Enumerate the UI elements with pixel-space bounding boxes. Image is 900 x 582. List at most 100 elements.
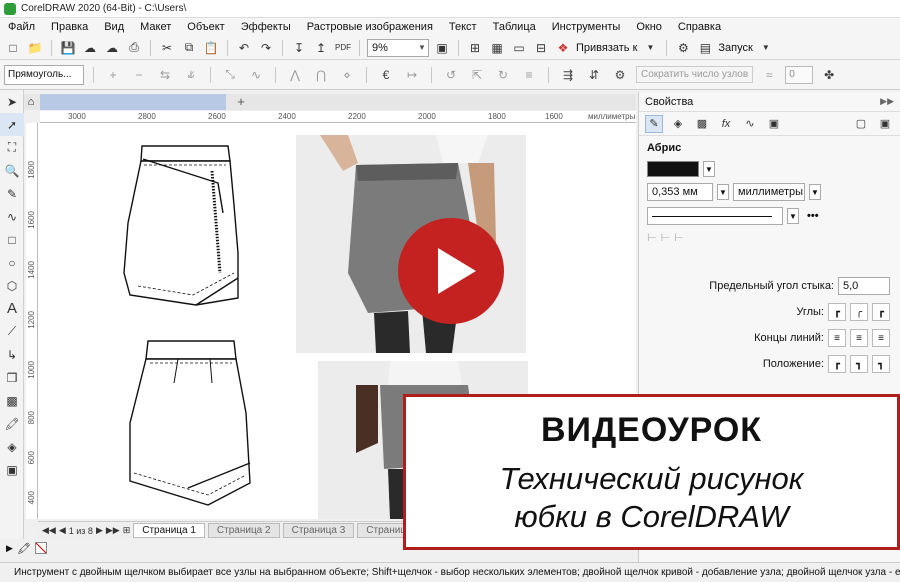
inside-position-icon[interactable]: ┓ <box>872 355 890 373</box>
chevron-down-icon[interactable]: ▼ <box>787 208 799 224</box>
outline-pen-icon[interactable]: ✎ <box>645 114 663 133</box>
more-options-icon[interactable]: ••• <box>807 210 819 222</box>
launch-dropdown[interactable]: Запуск <box>718 42 752 54</box>
bevel-corner-icon[interactable]: ┏ <box>872 303 890 321</box>
collapse-docker-icon[interactable]: ▶▶ <box>880 96 894 107</box>
transparency-icon[interactable]: ▩ <box>693 115 711 133</box>
alignment-guides-icon[interactable]: ⊟ <box>532 39 550 57</box>
to-line-icon[interactable]: ⤡ <box>220 65 240 85</box>
reverse-direction-icon[interactable]: € <box>376 65 396 85</box>
text-tool-icon[interactable]: A <box>0 297 24 320</box>
zoom-tool-icon[interactable]: 🔍 <box>0 159 24 182</box>
text-frame-icon[interactable]: ▣ <box>876 115 894 133</box>
chevron-down-icon[interactable]: ▼ <box>703 161 715 177</box>
show-guidelines-icon[interactable]: ▭ <box>510 39 528 57</box>
crop-tool-icon[interactable]: ⛶ <box>0 136 24 159</box>
centered-position-icon[interactable]: ┓ <box>850 355 868 373</box>
menu-text[interactable]: Текст <box>441 21 485 33</box>
add-page-icon[interactable]: ⊞ <box>123 525 131 536</box>
miter-corner-icon[interactable]: ┏ <box>828 303 846 321</box>
chevron-down-icon[interactable]: ▼ <box>809 184 821 200</box>
join-nodes-icon[interactable]: ⇆ <box>155 65 175 85</box>
new-document-icon[interactable]: □ <box>4 39 22 57</box>
menu-window[interactable]: Окно <box>628 21 670 33</box>
rotate-nodes-icon[interactable]: ↻ <box>493 65 513 85</box>
symmetrical-node-icon[interactable]: ⋄ <box>337 65 357 85</box>
chevron-down-icon[interactable]: ▼ <box>641 39 659 57</box>
reduce-nodes-button[interactable]: Сократить число узлов <box>636 66 754 83</box>
snap-to-dropdown[interactable]: Привязать к <box>576 42 637 54</box>
selection-mode-select[interactable]: Прямоуголь... <box>4 64 84 85</box>
stretch-nodes-icon[interactable]: ⇱ <box>467 65 487 85</box>
cut-icon[interactable]: ✂ <box>158 39 176 57</box>
fill-bucket-icon[interactable]: ◈ <box>669 115 687 133</box>
extract-subpath-icon[interactable]: ↺ <box>441 65 461 85</box>
ellipse-tool-icon[interactable]: ○ <box>0 251 24 274</box>
menu-view[interactable]: Вид <box>96 21 132 33</box>
redo-icon[interactable]: ↷ <box>257 39 275 57</box>
curve-smoothness-icon[interactable]: ≈ <box>759 65 779 85</box>
first-page-icon[interactable]: ◀◀ <box>42 525 56 536</box>
menu-effects[interactable]: Эффекты <box>233 21 299 33</box>
page-tab-1[interactable]: Страница 1 <box>133 523 205 538</box>
open-folder-icon[interactable]: 📁 <box>26 39 44 57</box>
page-tab-2[interactable]: Страница 2 <box>207 523 280 538</box>
snap-icon[interactable]: ❖ <box>554 39 572 57</box>
freehand-tool-icon[interactable]: ✎ <box>0 182 24 205</box>
document-tab[interactable] <box>40 94 226 110</box>
eyedropper-tool-icon[interactable]: 🖍 <box>0 412 24 435</box>
show-rulers-icon[interactable]: ⊞ <box>466 39 484 57</box>
frame-icon[interactable]: ▢ <box>852 115 870 133</box>
cloud-upload-icon[interactable]: ☁ <box>81 39 99 57</box>
align-nodes-icon[interactable]: ≡ <box>519 65 539 85</box>
outside-position-icon[interactable]: ┏ <box>828 355 846 373</box>
import-icon[interactable]: ↧ <box>290 39 308 57</box>
save-icon[interactable]: 💾 <box>59 39 77 57</box>
outline-units-select[interactable]: миллиметры <box>733 183 805 201</box>
elastic-mode-icon[interactable]: ⚙ <box>610 65 630 85</box>
vertical-ruler[interactable]: 1800 1600 1400 1200 1000 800 600 400 <box>26 123 38 519</box>
butt-cap-icon[interactable]: ≡ <box>828 329 846 347</box>
artistic-media-tool-icon[interactable]: ∿ <box>0 205 24 228</box>
print-icon[interactable]: ⎙ <box>125 39 143 57</box>
smart-fill-tool-icon[interactable]: ▣ <box>0 458 24 481</box>
new-tab-icon[interactable]: + <box>234 94 248 110</box>
home-icon[interactable]: ⌂ <box>24 94 38 110</box>
rectangle-tool-icon[interactable]: □ <box>0 228 24 251</box>
transparency-tool-icon[interactable]: ▩ <box>0 389 24 412</box>
eyedropper-icon[interactable]: 🖍 <box>17 542 31 555</box>
round-corner-icon[interactable]: ╭ <box>850 303 868 321</box>
curve-smoothness-input[interactable]: 0 <box>785 65 814 84</box>
arrowhead-start-icon[interactable]: ⊢ <box>647 231 657 244</box>
zoom-level-select[interactable]: 9% ▼ <box>367 38 429 57</box>
menu-help[interactable]: Справка <box>670 21 729 33</box>
previous-page-icon[interactable]: ◀ <box>59 525 66 536</box>
publish-pdf-icon[interactable]: PDF <box>334 39 352 57</box>
shape-tool-icon[interactable]: ➚ <box>0 113 24 136</box>
cloud-download-icon[interactable]: ☁ <box>103 39 121 57</box>
menu-layout[interactable]: Макет <box>132 21 179 33</box>
full-screen-icon[interactable]: ▣ <box>433 39 451 57</box>
menu-tools[interactable]: Инструменты <box>544 21 629 33</box>
arrowhead-swap-icon[interactable]: ⊢ <box>661 231 671 244</box>
chevron-down-icon[interactable]: ▼ <box>757 39 775 57</box>
arrowhead-end-icon[interactable]: ⊢ <box>674 231 684 244</box>
last-page-icon[interactable]: ▶▶ <box>106 525 120 536</box>
outline-color-swatch[interactable] <box>647 161 699 177</box>
connector-tool-icon[interactable]: ↳ <box>0 343 24 366</box>
horizontal-ruler[interactable]: 3000 2800 2600 2400 2200 2000 1800 1600 … <box>40 111 636 123</box>
play-arrow-icon[interactable]: ▶ <box>6 543 13 554</box>
options-gear-icon[interactable]: ⚙ <box>674 39 692 57</box>
show-grid-icon[interactable]: ▦ <box>488 39 506 57</box>
drop-shadow-tool-icon[interactable]: ❒ <box>0 366 24 389</box>
effects-fx-icon[interactable]: fx <box>717 115 735 133</box>
menu-object[interactable]: Объект <box>179 21 232 33</box>
next-page-icon[interactable]: ▶ <box>96 525 103 536</box>
menu-bitmaps[interactable]: Растровые изображения <box>299 21 441 33</box>
mirror-vertical-icon[interactable]: ⇵ <box>584 65 604 85</box>
delete-node-icon[interactable]: − <box>129 65 149 85</box>
chevron-down-icon[interactable]: ▼ <box>717 184 729 200</box>
export-icon[interactable]: ↥ <box>312 39 330 57</box>
paste-icon[interactable]: 📋 <box>202 39 220 57</box>
copy-icon[interactable]: ⧉ <box>180 39 198 57</box>
